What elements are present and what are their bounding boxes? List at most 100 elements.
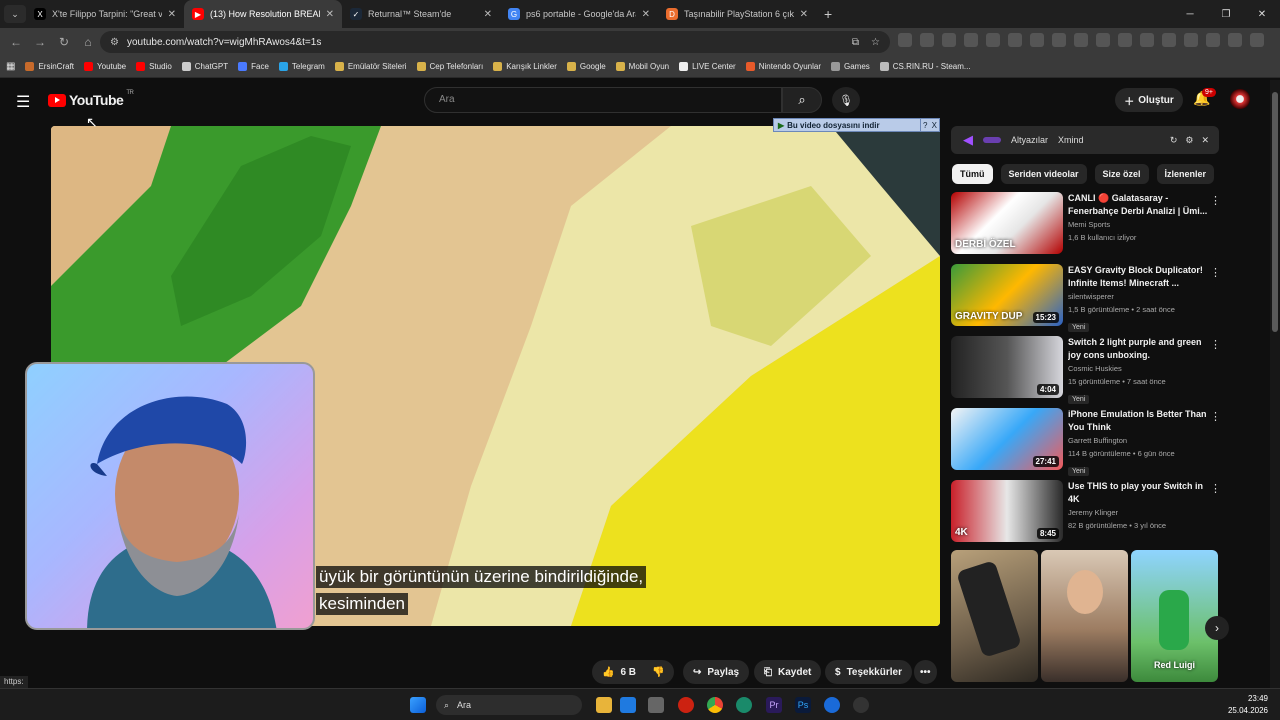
video-thumbnail[interactable]: 27:41: [951, 408, 1063, 470]
bookmark-item[interactable]: Telegram: [278, 62, 325, 71]
apps-icon[interactable]: ▦: [6, 61, 15, 72]
app-icon[interactable]: [824, 697, 840, 713]
channel-name[interactable]: Memi Sports: [1068, 218, 1208, 231]
app-icon[interactable]: [648, 697, 664, 713]
home-icon[interactable]: ⌂: [76, 35, 100, 49]
channel-name[interactable]: silentwisperer: [1068, 290, 1208, 303]
install-icon[interactable]: ⧉: [852, 37, 859, 48]
bookmark-item[interactable]: Emülatör Siteleri: [334, 62, 407, 71]
xmind-tab[interactable]: Xmind: [1058, 135, 1084, 145]
chip-series[interactable]: Seriden videolar: [1000, 164, 1087, 184]
new-tab-button[interactable]: +: [824, 6, 832, 22]
tab-search-button[interactable]: ⌄: [4, 5, 26, 23]
more-options-icon[interactable]: ⋮: [1210, 338, 1221, 351]
browser-tab[interactable]: ✓ Returnal™ Steam'de ✕: [342, 0, 500, 28]
store-icon[interactable]: [620, 697, 636, 713]
video-thumbnail[interactable]: 4:04: [951, 336, 1063, 398]
reload-icon[interactable]: ↻: [52, 35, 76, 49]
video-thumbnail[interactable]: 4K 8:45: [951, 480, 1063, 542]
settings-icon[interactable]: ⚙: [1185, 135, 1193, 146]
bookmark-item[interactable]: Studio: [136, 62, 172, 71]
chip-all[interactable]: Tümü: [952, 164, 993, 184]
more-options-icon[interactable]: ⋮: [1210, 482, 1221, 495]
more-options-icon[interactable]: ⋮: [1210, 266, 1221, 279]
refresh-icon[interactable]: ↻: [1170, 135, 1178, 146]
channel-name[interactable]: Jeremy Klinger: [1068, 506, 1208, 519]
site-info-icon[interactable]: ⚙: [110, 37, 119, 48]
recommendation-item[interactable]: 4:04 Switch 2 light purple and green joy…: [951, 336, 1221, 404]
recommendation-item[interactable]: DERBİ ÖZEL CANLI 🔴 Galatasaray - Fenerba…: [951, 192, 1221, 256]
page-scrollbar[interactable]: [1270, 80, 1280, 688]
youtube-logo[interactable]: YouTube TR: [48, 90, 134, 108]
bookmark-item[interactable]: CS.RIN.RU - Steam...: [879, 62, 971, 71]
create-button[interactable]: ＋ Oluştur: [1115, 88, 1183, 112]
video-thumbnail[interactable]: DERBİ ÖZEL: [951, 192, 1063, 254]
close-icon[interactable]: X: [932, 121, 937, 130]
tab-close-icon[interactable]: ✕: [800, 9, 808, 20]
app-icon[interactable]: [736, 697, 752, 713]
url-field[interactable]: ⚙ youtube.com/watch?v=wigMhRAwos4&t=1s ⧉…: [100, 31, 890, 53]
bookmark-item[interactable]: Games: [830, 62, 870, 71]
video-title[interactable]: iPhone Emulation Is Better Than You Thin…: [1068, 408, 1208, 434]
close-window-button[interactable]: ✕: [1244, 0, 1280, 28]
system-clock[interactable]: 23:49 25.04.2026: [1228, 693, 1268, 717]
next-arrow-icon[interactable]: ›: [1205, 616, 1229, 640]
tab-close-icon[interactable]: ✕: [326, 9, 334, 20]
help-icon[interactable]: ?: [923, 121, 927, 130]
recommendation-item[interactable]: 4K 8:45 Use THIS to play your Switch in …: [951, 480, 1221, 544]
scroll-thumb[interactable]: [1272, 92, 1278, 332]
video-title[interactable]: Switch 2 light purple and green joy cons…: [1068, 336, 1208, 362]
thanks-button[interactable]: $ Teşekkürler: [825, 660, 912, 684]
download-video-bar[interactable]: ▶ Bu video dosyasını indir: [773, 118, 921, 132]
app-icon[interactable]: [853, 697, 869, 713]
extension-icon[interactable]: [1206, 33, 1220, 47]
shorts-item[interactable]: [1041, 550, 1128, 682]
shorts-item[interactable]: Red Luigi: [1131, 550, 1218, 682]
bookmark-item[interactable]: Face: [238, 62, 269, 71]
bookmark-item[interactable]: Nintendo Oyunlar: [745, 62, 821, 71]
bookmark-item[interactable]: Karışık Linkler: [493, 62, 557, 71]
extension-icon[interactable]: [986, 33, 1000, 47]
more-options-icon[interactable]: ⋮: [1210, 410, 1221, 423]
browser-tab[interactable]: X X'te Filippo Tarpini: "Great vide... ✕: [26, 0, 184, 28]
video-thumbnail[interactable]: GRAVITY DUP 15:23: [951, 264, 1063, 326]
back-icon[interactable]: ←: [4, 35, 28, 49]
record-icon[interactable]: [678, 697, 694, 713]
chip-for-you[interactable]: Size özel: [1094, 164, 1149, 184]
extension-icon[interactable]: [898, 33, 912, 47]
extension-icon[interactable]: [1250, 33, 1264, 47]
bookmark-item[interactable]: Google: [566, 62, 606, 71]
extension-icon[interactable]: [1030, 33, 1044, 47]
bookmark-item[interactable]: LIVE Center: [679, 62, 736, 71]
shorts-item[interactable]: [951, 550, 1038, 682]
video-title[interactable]: EASY Gravity Block Duplicator! Infinite …: [1068, 264, 1208, 290]
browser-tab[interactable]: Gps6 portable - Google'da Ara ✕: [500, 0, 658, 28]
tab-close-icon[interactable]: ✕: [484, 9, 492, 20]
more-options-icon[interactable]: ⋮: [1210, 194, 1221, 207]
tab-close-icon[interactable]: ✕: [168, 9, 176, 20]
extension-icon[interactable]: [1074, 33, 1088, 47]
bookmark-item[interactable]: Cep Telefonları: [416, 62, 483, 71]
extension-icon[interactable]: [1052, 33, 1066, 47]
chip-watched[interactable]: İzlenenler: [1156, 164, 1215, 184]
avatar[interactable]: [1230, 89, 1250, 109]
browser-tab[interactable]: ▶ (13) How Resolution BREAKS A... ✕: [184, 0, 342, 28]
extension-icon[interactable]: [942, 33, 956, 47]
recommendation-item[interactable]: GRAVITY DUP 15:23 EASY Gravity Block Dup…: [951, 264, 1221, 332]
video-title[interactable]: CANLI 🔴 Galatasaray - Fenerbahçe Derbi A…: [1068, 192, 1208, 218]
bookmark-item[interactable]: Youtube: [84, 62, 126, 71]
menu-icon[interactable]: ☰: [16, 92, 32, 112]
video-title[interactable]: Use THIS to play your Switch in 4K: [1068, 480, 1208, 506]
extension-icon[interactable]: [1228, 33, 1242, 47]
microphone-icon[interactable]: 🎙: [832, 87, 860, 113]
bookmark-star-icon[interactable]: ☆: [871, 37, 880, 48]
channel-name[interactable]: Cosmic Huskies: [1068, 362, 1208, 375]
extension-icon[interactable]: [1162, 33, 1176, 47]
more-actions-button[interactable]: •••: [914, 660, 937, 684]
extension-icon[interactable]: [920, 33, 934, 47]
photoshop-icon[interactable]: Ps: [795, 697, 811, 713]
bookmark-item[interactable]: ChatGPT: [181, 62, 228, 71]
search-input[interactable]: Ara: [424, 87, 782, 113]
extension-icon[interactable]: [1096, 33, 1110, 47]
forward-icon[interactable]: →: [28, 35, 52, 49]
